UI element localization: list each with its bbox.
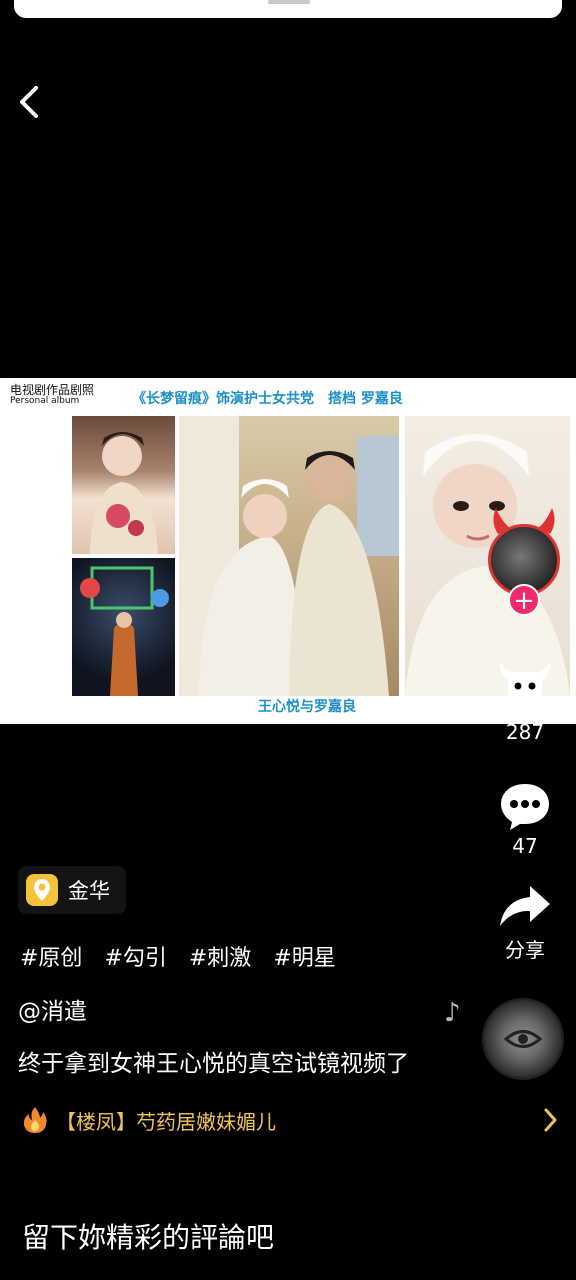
comment-button[interactable]: [498, 780, 552, 832]
photo-nurse-with-actor: [179, 416, 399, 696]
photo-stage: [72, 558, 175, 696]
like-count: 287: [505, 720, 545, 744]
share-label: 分享: [505, 938, 545, 962]
video-title: 《长梦留痕》饰演护士女共党 搭档 罗嘉良: [132, 391, 403, 407]
bull-head-icon: [500, 662, 550, 710]
photo-qipao: [72, 416, 175, 554]
hashtag-list: #原创 #勾引 #刺激 #明星: [20, 940, 336, 972]
fire-icon: [23, 1107, 47, 1133]
location-label: 金华: [68, 879, 110, 903]
comment-input[interactable]: 留下妳精彩的評論吧: [22, 1216, 274, 1256]
chevron-left-icon: [20, 86, 38, 118]
eye-icon: [503, 1030, 543, 1048]
hashtag[interactable]: #刺激: [189, 940, 251, 972]
comment-count: 47: [512, 834, 538, 858]
promo-text: 【楼凤】芍药居嫩妹媚儿: [56, 1109, 276, 1134]
like-button[interactable]: [496, 652, 554, 712]
hashtag[interactable]: #原创: [20, 940, 82, 972]
top-sheet[interactable]: [14, 0, 562, 18]
share-button[interactable]: [498, 884, 552, 928]
speech-bubble-icon: [501, 784, 549, 830]
author-name[interactable]: @消遣: [18, 992, 87, 1026]
album-label: 电视剧作品剧照 Personal album: [10, 384, 94, 406]
music-note-icon: ♪: [444, 998, 461, 1028]
hashtag[interactable]: #明星: [273, 940, 335, 972]
promo-banner[interactable]: 【楼凤】芍药居嫩妹媚儿: [22, 1102, 558, 1138]
back-button[interactable]: [12, 82, 48, 122]
video-caption: 王心悦与罗嘉良: [258, 699, 356, 715]
album-label-cn: 电视剧作品剧照: [10, 383, 95, 397]
share-arrow-icon: [500, 886, 550, 926]
sheet-handle[interactable]: [268, 0, 310, 4]
hashtag[interactable]: #勾引: [104, 940, 166, 972]
video-description: 终于拿到女神王心悦的真空试镜视频了: [18, 1051, 409, 1077]
location-tag[interactable]: 金华: [18, 866, 126, 914]
follow-button[interactable]: +: [508, 584, 540, 616]
location-pin-icon: [26, 874, 58, 906]
chevron-right-icon: [544, 1108, 557, 1132]
author-avatar-group[interactable]: +: [484, 506, 564, 616]
album-label-en: Personal album: [10, 395, 80, 406]
music-disc-button[interactable]: [484, 1000, 562, 1078]
